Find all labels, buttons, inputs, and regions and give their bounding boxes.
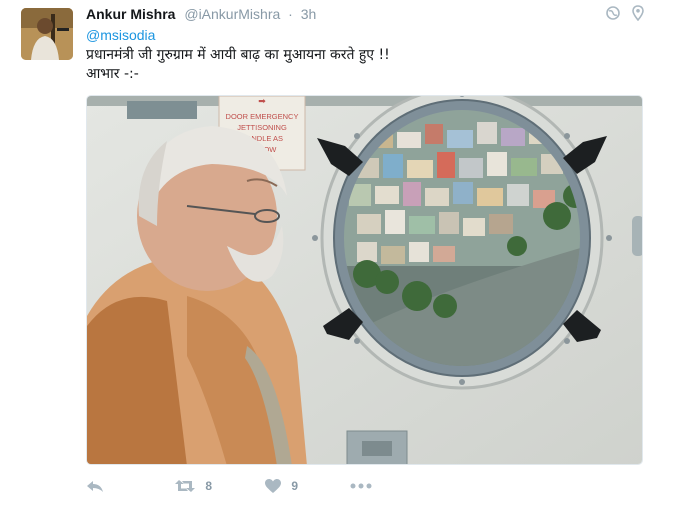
separator: · [288, 6, 293, 22]
retweet-icon [175, 480, 195, 492]
tweet-header: Ankur Mishra @iAnkurMishra · 3h [86, 6, 316, 26]
avatar[interactable] [21, 8, 73, 60]
sign-text-line: DOOR EMERGENCY [226, 112, 299, 121]
more-icon [350, 483, 372, 489]
more-button[interactable] [350, 478, 372, 498]
user-handle[interactable]: @iAnkurMishra [184, 6, 280, 22]
like-button[interactable]: 9 [264, 478, 298, 498]
tweet-line-1: प्रधानमंत्री जी गुरुग्राम में आयी बाढ़ क… [86, 47, 390, 63]
tweet: Ankur Mishra @iAnkurMishra · 3h @msisodi… [0, 0, 682, 506]
location-pin-icon[interactable] [632, 4, 644, 22]
heart-icon [265, 479, 281, 493]
retweet-button[interactable]: 8 [174, 478, 212, 498]
tweet-photo[interactable]: ➡ DOOR EMERGENCY JETTISONING HANDLE AS A… [86, 95, 643, 465]
sign-text-line: JETTISONING [237, 123, 287, 132]
tweet-line-2: आभार -:- [86, 66, 139, 82]
reply-button[interactable] [86, 478, 104, 498]
globe-icon[interactable] [605, 5, 620, 20]
mention-link[interactable]: @msisodia [86, 27, 155, 43]
timestamp[interactable]: 3h [301, 6, 317, 22]
retweet-count: 8 [205, 479, 213, 493]
svg-text:➡: ➡ [258, 97, 266, 107]
user-name[interactable]: Ankur Mishra [86, 6, 175, 22]
header-icons [598, 4, 644, 22]
tweet-actions: 8 9 [86, 478, 536, 498]
like-count: 9 [291, 479, 299, 493]
tweet-text: @msisodia प्रधानमंत्री जी गुरुग्राम में … [86, 26, 646, 84]
reply-icon [87, 481, 103, 492]
